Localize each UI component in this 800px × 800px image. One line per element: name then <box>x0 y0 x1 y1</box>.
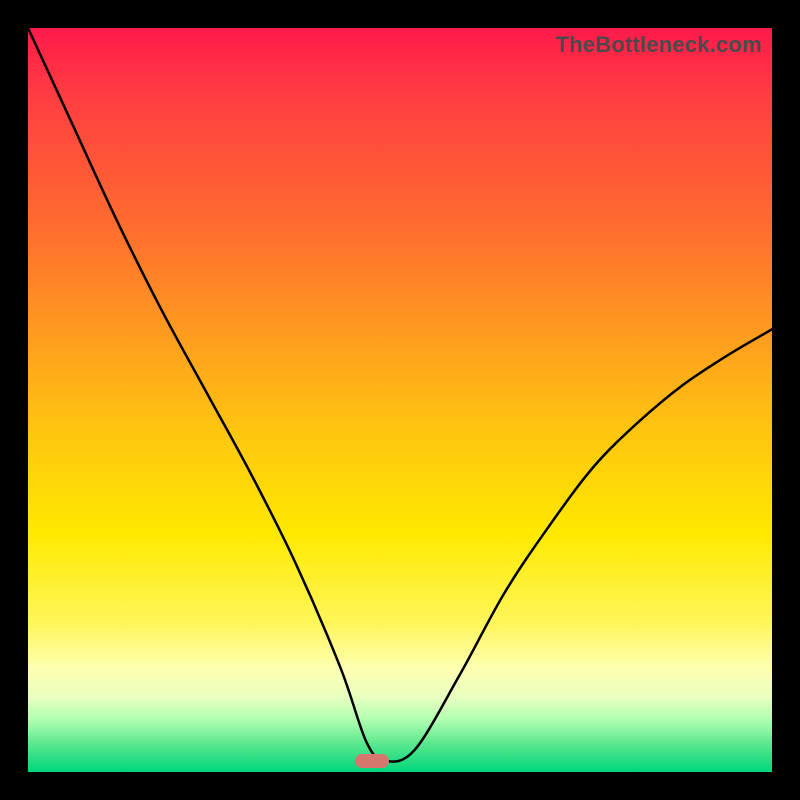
watermark-label: TheBottleneck.com <box>556 32 762 58</box>
bottleneck-curve <box>28 28 772 772</box>
chart-stage: TheBottleneck.com <box>0 0 800 800</box>
chart-plot-area: TheBottleneck.com <box>28 28 772 772</box>
optimal-point-marker <box>355 754 389 768</box>
